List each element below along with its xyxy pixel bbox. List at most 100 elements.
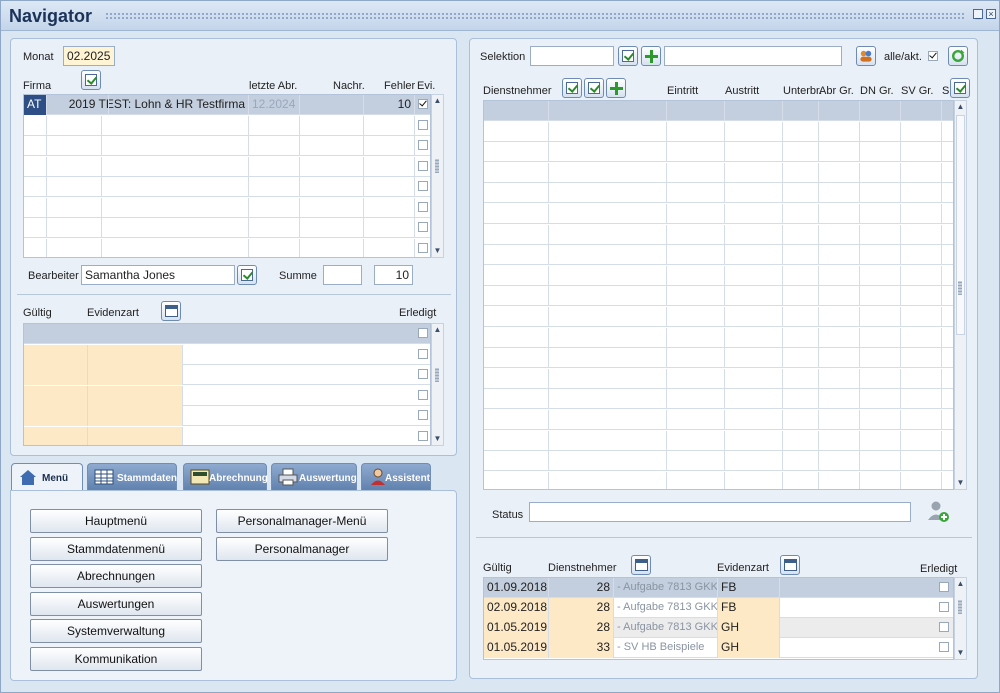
tab-auswertung[interactable]: Auswertung	[271, 463, 357, 491]
table-row[interactable]	[24, 218, 430, 238]
scroll-up-icon[interactable]: ▲	[432, 95, 443, 107]
company-evi-checkbox[interactable]	[418, 119, 428, 130]
table-row[interactable]	[484, 389, 953, 410]
bearbeiter-input[interactable]: Samantha Jones	[81, 265, 235, 285]
selektion-add-button[interactable]	[641, 46, 661, 66]
selektion-input[interactable]	[530, 46, 614, 66]
table-row[interactable]	[484, 101, 953, 121]
table-row[interactable]	[24, 344, 430, 365]
table-row[interactable]	[484, 451, 953, 472]
evidenz-scrollbar[interactable]: ▲ ▼	[431, 323, 444, 446]
evidenzart-calendar-button[interactable]	[780, 555, 800, 575]
employee-scrollbar[interactable]: ▲ ▼	[954, 100, 967, 490]
summe-fehler-input[interactable]: 10	[374, 265, 413, 285]
selektion-apply-button[interactable]	[618, 46, 638, 66]
summe-input[interactable]	[323, 265, 362, 285]
erledigt-checkbox[interactable]	[418, 328, 428, 338]
table-row[interactable]	[484, 183, 953, 204]
company-scrollbar[interactable]: ▲ ▼	[431, 94, 444, 258]
table-row[interactable]	[24, 238, 430, 257]
scroll-up-icon[interactable]: ▲	[955, 578, 966, 590]
personalmanager-menue-button[interactable]: Personalmanager-Menü	[216, 509, 388, 533]
table-row[interactable]	[24, 177, 430, 197]
table-row[interactable]	[484, 348, 953, 369]
row-erledigt-checkbox[interactable]	[939, 642, 949, 652]
scroll-thumb[interactable]	[956, 115, 965, 335]
tab-stammdaten[interactable]: Stammdaten	[87, 463, 177, 491]
company-evi-checkbox[interactable]	[418, 160, 428, 171]
scroll-down-icon[interactable]: ▼	[432, 433, 443, 445]
stammdatenmenue-button[interactable]: Stammdatenmenü	[30, 537, 202, 561]
abrechnungen-button[interactable]: Abrechnungen	[30, 564, 202, 588]
scroll-up-icon[interactable]: ▲	[955, 101, 966, 113]
table-row[interactable]	[484, 142, 953, 163]
tab-assistent[interactable]: Assistent	[361, 463, 431, 491]
company-evi-checkbox[interactable]	[418, 222, 428, 232]
table-row[interactable]	[484, 327, 953, 348]
table-row[interactable]	[484, 245, 953, 266]
table-row[interactable]	[24, 156, 430, 177]
scroll-down-icon[interactable]: ▼	[955, 477, 966, 489]
add-person-icon[interactable]	[926, 499, 950, 523]
hauptmenue-button[interactable]: Hauptmenü	[30, 509, 202, 533]
group-button[interactable]	[856, 46, 876, 66]
tab-menu[interactable]: Menü	[11, 463, 83, 492]
erledigt-checkbox[interactable]	[418, 389, 428, 400]
tab-abrechnung[interactable]: Abrechnung	[183, 463, 268, 491]
evidenz-calendar-button[interactable]	[161, 301, 181, 321]
alle-akt-checkbox[interactable]	[928, 51, 938, 61]
company-evi-checkbox[interactable]	[418, 242, 428, 253]
table-row[interactable]	[24, 406, 430, 426]
kommunikation-button[interactable]: Kommunikation	[30, 647, 202, 671]
erledigt-checkbox[interactable]	[418, 369, 428, 379]
table-row[interactable]: 02.09.2018 28 - Aufgabe 7813 GKK FB	[484, 598, 953, 618]
auswertungen-button[interactable]: Auswertungen	[30, 592, 202, 616]
scroll-down-icon[interactable]: ▼	[432, 245, 443, 257]
table-row[interactable]	[484, 265, 953, 286]
table-row[interactable]	[24, 197, 430, 218]
dn-columns-button[interactable]	[950, 78, 970, 98]
status-input[interactable]	[529, 502, 911, 522]
dn-select-button[interactable]	[562, 78, 582, 98]
bearbeiter-select-button[interactable]	[237, 265, 257, 285]
close-icon[interactable]: ×	[986, 9, 996, 19]
dn-calendar-button[interactable]	[631, 555, 651, 575]
table-row[interactable]: AT 2019 TEST: Lohn & HR Testfirma 12.202…	[24, 95, 430, 115]
company-evi-checkbox[interactable]	[418, 201, 428, 212]
row-erledigt-checkbox[interactable]	[939, 602, 949, 612]
personalmanager-button[interactable]: Personalmanager	[216, 537, 388, 561]
table-row[interactable]	[24, 136, 430, 156]
selektion-text-input[interactable]	[664, 46, 842, 66]
erledigt-checkbox[interactable]	[418, 410, 428, 420]
table-row[interactable]	[484, 307, 953, 327]
table-row[interactable]: 01.05.2019 28 - Aufgabe 7813 GKK GH	[484, 618, 953, 638]
evidenz-dn-scrollbar[interactable]: ▲ ▼	[954, 577, 967, 660]
table-row[interactable]: 01.09.2018 28 - Aufgabe 7813 GKK FB	[484, 578, 953, 598]
company-evi-checkbox[interactable]	[418, 140, 428, 150]
systemverwaltung-button[interactable]: Systemverwaltung	[30, 619, 202, 643]
monat-input[interactable]: 02.2025	[63, 46, 115, 66]
row-erledigt-checkbox[interactable]	[939, 582, 949, 592]
scroll-down-icon[interactable]: ▼	[955, 647, 966, 659]
row-erledigt-checkbox[interactable]	[939, 622, 949, 632]
table-row[interactable]	[484, 368, 953, 389]
table-row[interactable]	[484, 224, 953, 245]
table-row[interactable]	[24, 385, 430, 406]
refresh-button[interactable]	[948, 46, 968, 66]
table-row[interactable]	[484, 410, 953, 430]
table-row[interactable]	[24, 324, 430, 344]
table-row[interactable]	[484, 471, 953, 489]
erledigt-checkbox[interactable]	[418, 348, 428, 359]
table-row[interactable]	[484, 121, 953, 142]
dn-select-all-button[interactable]	[584, 78, 604, 98]
dn-add-button[interactable]	[606, 78, 626, 98]
table-row[interactable]	[24, 426, 430, 445]
erledigt-checkbox[interactable]	[418, 430, 428, 441]
table-row[interactable]	[24, 365, 430, 385]
table-row[interactable]	[484, 162, 953, 183]
table-row[interactable]	[484, 430, 953, 451]
scroll-up-icon[interactable]: ▲	[432, 324, 443, 336]
table-row[interactable]	[24, 115, 430, 136]
minimize-icon[interactable]: _	[973, 9, 983, 19]
company-evi-checkbox[interactable]	[418, 181, 428, 191]
